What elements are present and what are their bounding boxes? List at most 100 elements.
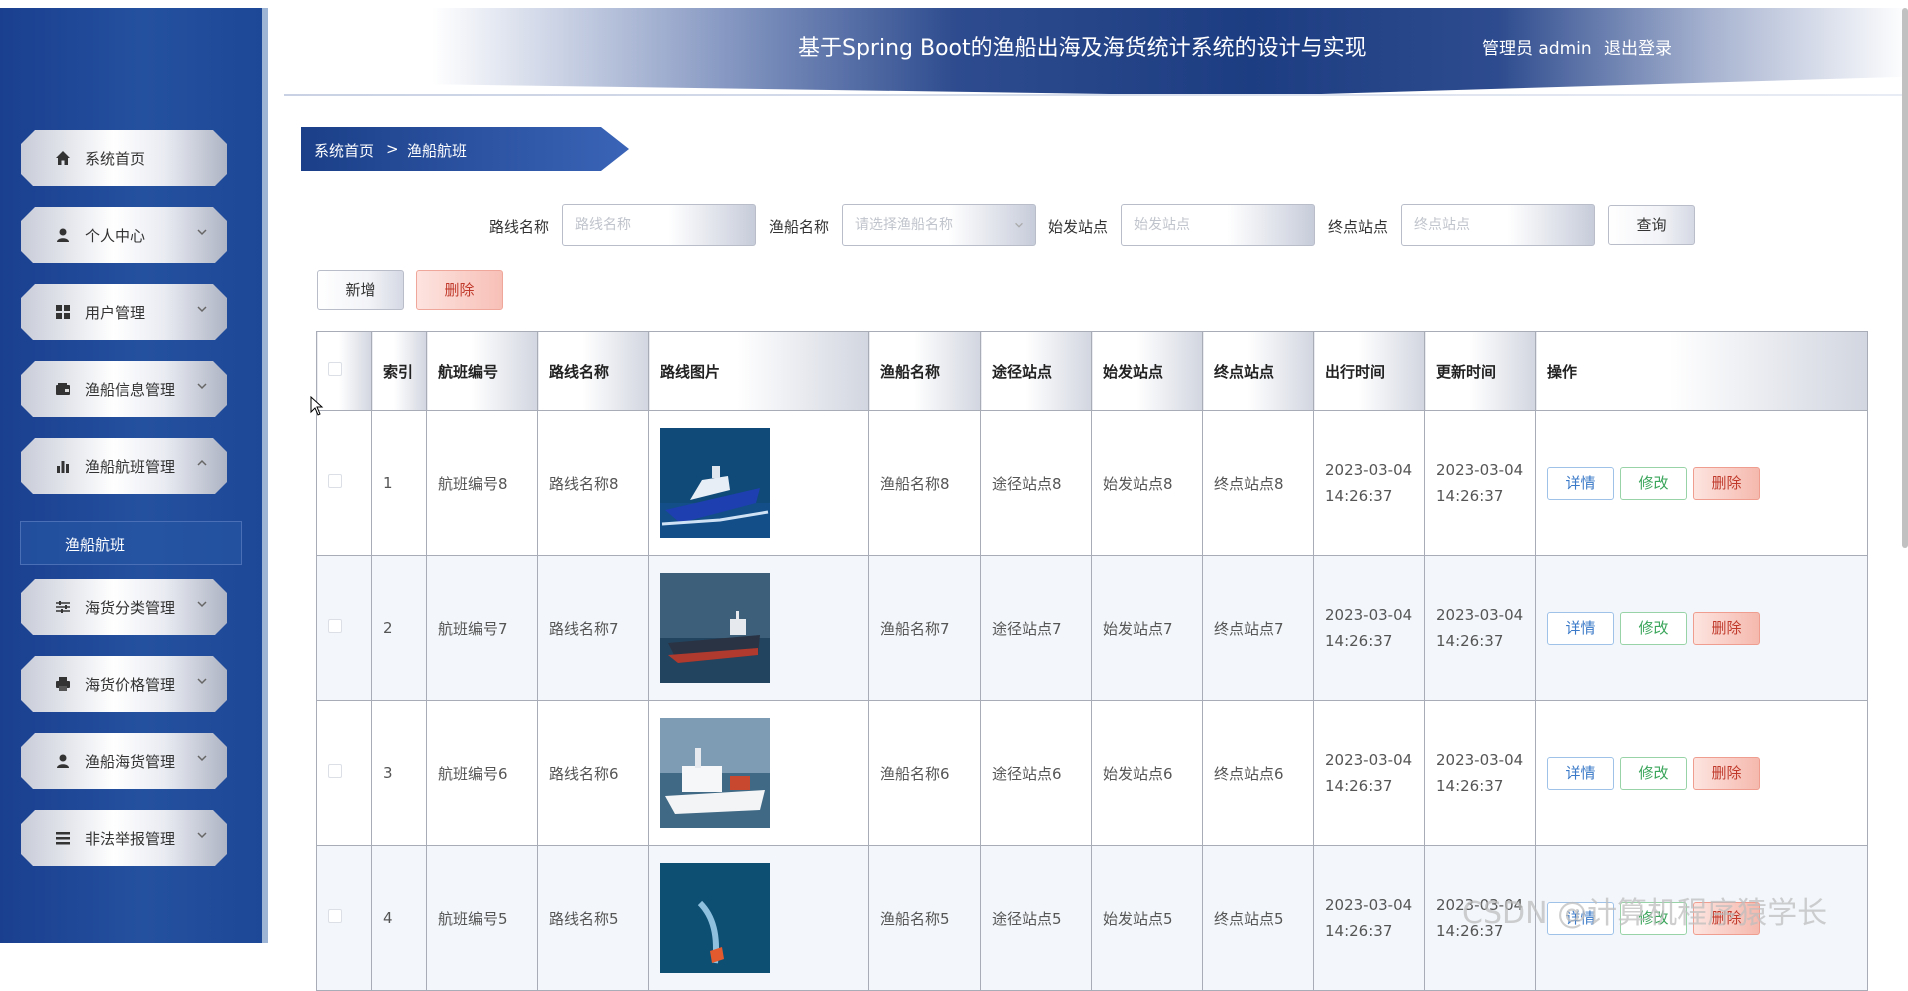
cell-boat-name: 渔船名称6 [868,700,981,846]
row-select-cell[interactable] [316,555,372,701]
cell-ops: 详情 修改 删除 [1535,700,1868,846]
cell-start: 始发站点8 [1091,410,1203,556]
cell-flight-no: 航班编号8 [426,410,538,556]
row-checkbox[interactable] [328,909,342,923]
grid-icon [56,305,70,319]
table-row: 2 航班编号7 路线名称7 渔船名称7 途径站点7 始发站点7 终点站点7 20… [316,555,1868,701]
user-icon [57,754,69,768]
table-row: 3 航班编号6 路线名称6 渔船名称6 途径站点6 始发站点6 终点站点6 20… [316,700,1868,846]
chevron-up-icon [197,459,207,466]
cell-depart-time: 2023-03-04 14:26:37 [1313,555,1425,701]
vertical-scrollbar[interactable] [1902,8,1908,548]
cell-index: 2 [371,555,427,701]
edit-button[interactable]: 修改 [1620,611,1687,645]
chevron-down-icon [197,306,207,313]
breadcrumb: 系统首页 > 渔船航班 [301,127,629,171]
boat-name-label: 渔船名称 [769,218,830,236]
sidebar-item-seafood-category[interactable]: 海货分类管理 [21,579,227,635]
breadcrumb-home[interactable]: 系统首页 [314,140,374,161]
row-select-cell[interactable] [316,700,372,846]
query-button[interactable]: 查询 [1608,205,1695,245]
cell-flight-no: 航班编号7 [426,555,538,701]
cell-via: 途径站点8 [980,410,1092,556]
table-row: 1 航班编号8 路线名称8 渔船名称8 途径站点8 始发站点8 终点站点8 20… [316,410,1868,556]
submenu-item-boat-flight[interactable]: 渔船航班 [20,521,242,565]
app-title: 基于Spring Boot的渔船出海及海货统计系统的设计与实现 [798,36,1367,61]
cell-update-time: 2023-03-04 14:26:37 [1424,555,1536,701]
cell-route-name: 路线名称6 [537,700,649,846]
route-image[interactable] [660,718,770,828]
sidebar-item-seafood-price[interactable]: 海货价格管理 [21,656,227,712]
sidebar-item-label: 渔船海货管理 [85,753,176,771]
cell-boat-name: 渔船名称5 [868,845,981,991]
cell-end: 终点站点6 [1202,700,1314,846]
update-clock: 14:26:37 [1436,487,1504,505]
cell-route-image [648,845,869,991]
route-name-input[interactable]: 路线名称 [562,204,756,246]
column-header-ops: 操作 [1535,331,1868,411]
delete-button[interactable]: 删除 [1693,756,1760,790]
sidebar-item-boat-info[interactable]: 渔船信息管理 [21,361,227,417]
sidebar-item-label: 用户管理 [85,304,146,322]
depart-clock: 14:26:37 [1325,632,1393,650]
cell-boat-name: 渔船名称7 [868,555,981,701]
cell-route-image [648,555,869,701]
sidebar-item-users[interactable]: 用户管理 [21,284,227,340]
cell-index: 4 [371,845,427,991]
chevron-down-icon [197,678,207,685]
select-all-header[interactable] [316,331,372,411]
route-image[interactable] [660,863,770,973]
cell-depart-time: 2023-03-04 14:26:37 [1313,410,1425,556]
boat-name-select[interactable]: 请选择渔船名称 [842,204,1036,246]
update-date: 2023-03-04 [1436,751,1524,769]
sidebar-item-boat-flights[interactable]: 渔船航班管理 [21,438,227,494]
route-image[interactable] [660,428,770,538]
update-clock: 14:26:37 [1436,632,1504,650]
column-header-boat-name: 渔船名称 [868,331,981,411]
edit-button[interactable]: 修改 [1620,756,1687,790]
route-image[interactable] [660,573,770,683]
sidebar: 系统首页 个人中心 用户管理 渔船信息管理 渔船航班管理 渔船航班 海货分类管理… [0,8,268,943]
depart-date: 2023-03-04 [1325,751,1413,769]
column-header-depart-time: 出行时间 [1313,331,1425,411]
sidebar-item-profile[interactable]: 个人中心 [21,207,227,263]
cell-end: 终点站点8 [1202,410,1314,556]
cell-end: 终点站点7 [1202,555,1314,701]
column-header-index: 索引 [371,331,427,411]
detail-button[interactable]: 详情 [1547,611,1614,645]
user-icon [57,228,69,242]
row-checkbox[interactable] [328,619,342,633]
add-button[interactable]: 新增 [317,270,404,310]
batch-delete-button[interactable]: 删除 [416,270,503,310]
boat-name-placeholder: 请选择渔船名称 [855,217,953,233]
depart-date: 2023-03-04 [1325,896,1413,914]
route-name-label: 路线名称 [489,218,550,236]
list-icon [56,832,70,845]
column-header-route-name: 路线名称 [537,331,649,411]
breadcrumb-current: 渔船航班 [407,142,468,160]
update-date: 2023-03-04 [1436,461,1524,479]
cell-index: 3 [371,700,427,846]
sidebar-item-label: 个人中心 [85,227,146,245]
delete-button[interactable]: 删除 [1693,611,1760,645]
sidebar-item-boat-seafood[interactable]: 渔船海货管理 [21,733,227,789]
detail-button[interactable]: 详情 [1547,466,1614,500]
end-station-input[interactable]: 终点站点 [1401,204,1595,246]
detail-button[interactable]: 详情 [1547,756,1614,790]
delete-button[interactable]: 删除 [1693,466,1760,500]
update-clock: 14:26:37 [1436,777,1504,795]
sidebar-item-home[interactable]: 系统首页 [21,130,227,186]
cell-route-name: 路线名称5 [537,845,649,991]
row-checkbox[interactable] [328,474,342,488]
column-header-route-image: 路线图片 [648,331,869,411]
cell-via: 途径站点7 [980,555,1092,701]
edit-button[interactable]: 修改 [1620,466,1687,500]
row-select-cell[interactable] [316,845,372,991]
select-all-checkbox[interactable] [328,362,342,376]
row-checkbox[interactable] [328,764,342,778]
sliders-icon [56,601,70,613]
start-station-input[interactable]: 始发站点 [1121,204,1315,246]
sidebar-item-illegal-report[interactable]: 非法举报管理 [21,810,227,866]
logout-link[interactable]: 退出登录 [1604,34,1672,59]
row-select-cell[interactable] [316,410,372,556]
